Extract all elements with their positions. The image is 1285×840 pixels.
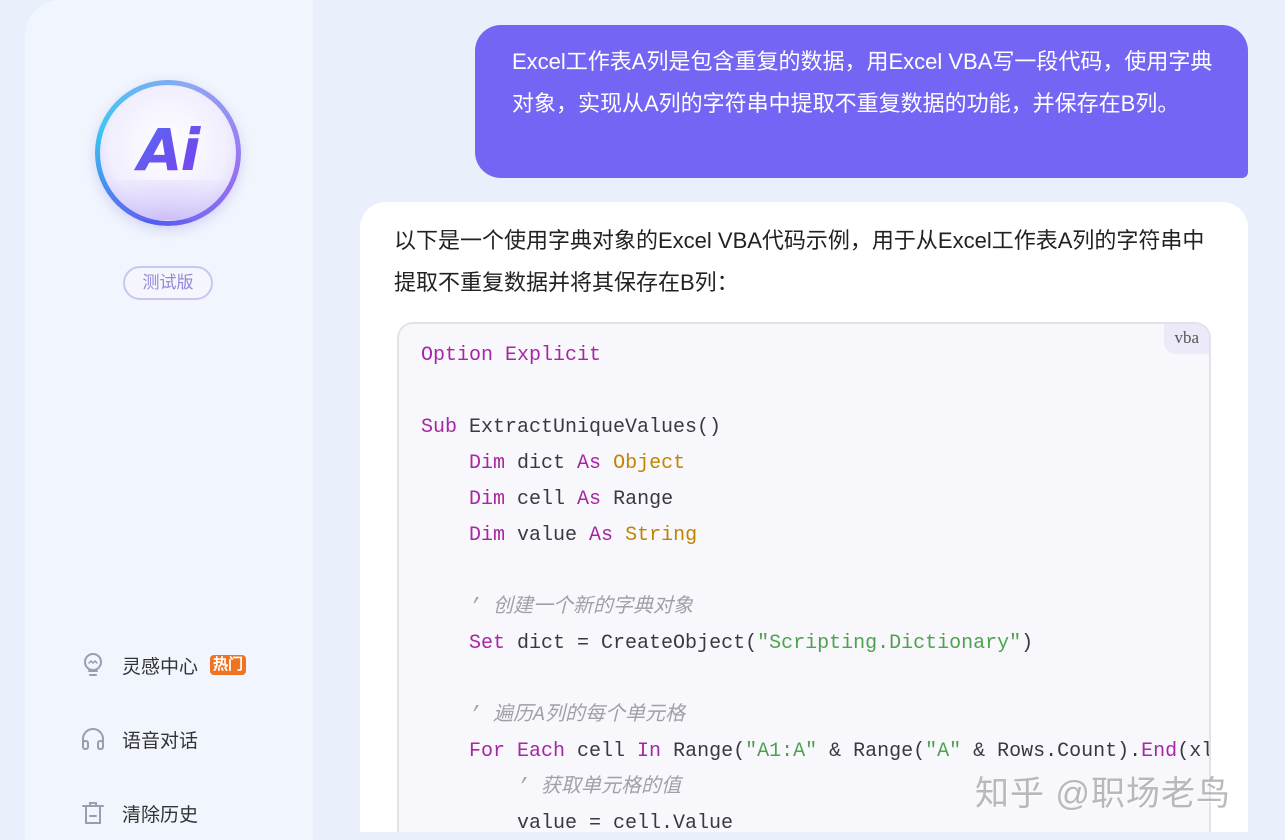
code-token-kw: Sub	[421, 416, 458, 439]
code-token-kw: As	[577, 488, 602, 511]
code-token: dict = CreateObject(	[505, 632, 758, 655]
code-token: value	[505, 524, 590, 547]
answer-intro-text: 以下是一个使用字典对象的Excel VBA代码示例，用于从Excel工作表A列的…	[394, 228, 1205, 295]
code-line: Dim cell As Range	[421, 482, 1209, 518]
code-token-cm: ’ 获取单元格的值	[517, 776, 682, 799]
nav-label: 灵感中心	[122, 656, 199, 678]
code-line: Dim value As String	[421, 518, 1209, 554]
watermark: 知乎 @职场老鸟	[975, 775, 1231, 813]
code-token-kw: As	[577, 452, 602, 475]
code-token: Range	[601, 488, 674, 511]
code-token: value = cell.Value	[421, 812, 734, 832]
ai-logo: Ai	[95, 80, 241, 226]
assistant-answer-card: 以下是一个使用字典对象的Excel VBA代码示例，用于从Excel工作表A列的…	[360, 202, 1248, 832]
code-token-ty: String	[625, 524, 698, 547]
code-token: cell	[565, 740, 638, 763]
nav-inspiration-center[interactable]: 灵感中心 热门	[80, 650, 247, 680]
code-token: (xl	[1177, 740, 1211, 763]
code-token-kw: Set	[469, 632, 506, 655]
user-message-bubble: Excel工作表A列是包含重复的数据，用Excel VBA写一段代码，使用字典对…	[475, 25, 1248, 178]
code-token-cm: ’ 遍历A列的每个单元格	[469, 704, 686, 727]
code-token: & Rows.Count).	[961, 740, 1142, 763]
code-token: dict	[505, 452, 578, 475]
code-token-str: "Scripting.Dictionary"	[757, 632, 1022, 655]
code-line: Dim dict As Object	[421, 446, 1209, 482]
trash-icon	[80, 800, 106, 826]
code-token-kw: For Each	[469, 740, 566, 763]
code-line: Option Explicit	[421, 338, 1209, 374]
code-token-kw: Option Explicit	[421, 344, 602, 367]
hot-badge: 热门	[210, 655, 247, 675]
code-content[interactable]: Option Explicit Sub ExtractUniqueValues(…	[421, 338, 1211, 832]
nav-voice-chat[interactable]: 语音对话	[80, 724, 198, 754]
code-token: )	[1021, 632, 1034, 655]
code-block[interactable]: vba Option Explicit Sub ExtractUniqueVal…	[397, 322, 1211, 832]
nav-clear-history[interactable]: 清除历史	[80, 798, 198, 828]
code-line: Sub ExtractUniqueValues()	[421, 410, 1209, 446]
code-token-kw: Dim	[469, 488, 506, 511]
code-token-kw: In	[637, 740, 662, 763]
nav-label: 语音对话	[122, 730, 199, 752]
code-token: Range(	[661, 740, 746, 763]
headphones-icon	[80, 726, 106, 752]
code-token: cell	[505, 488, 578, 511]
code-token-kw: As	[589, 524, 614, 547]
code-token-kw: End	[1141, 740, 1178, 763]
sidebar: Ai 测试版 灵感中心 热门 语音对话 清除历史	[25, 0, 313, 840]
code-token-cm: ’ 创建一个新的字典对象	[469, 596, 694, 619]
code-line: ’ 创建一个新的字典对象	[421, 590, 1209, 626]
code-line: ’ 遍历A列的每个单元格	[421, 698, 1209, 734]
code-token-kw: Dim	[469, 452, 506, 475]
code-token: ExtractUniqueValues()	[457, 416, 722, 439]
nav-label: 清除历史	[122, 804, 199, 826]
code-token-str: "A1:A"	[745, 740, 818, 763]
code-token-ty: Object	[613, 452, 686, 475]
lightbulb-icon	[80, 652, 106, 678]
code-line: For Each cell In Range("A1:A" & Range("A…	[421, 734, 1211, 770]
code-token: & Range(	[817, 740, 926, 763]
code-token-kw: Dim	[469, 524, 506, 547]
logo-text: Ai	[95, 116, 241, 184]
code-token-str: "A"	[925, 740, 962, 763]
beta-badge: 测试版	[123, 266, 213, 300]
code-line: Set dict = CreateObject("Scripting.Dicti…	[421, 626, 1209, 662]
